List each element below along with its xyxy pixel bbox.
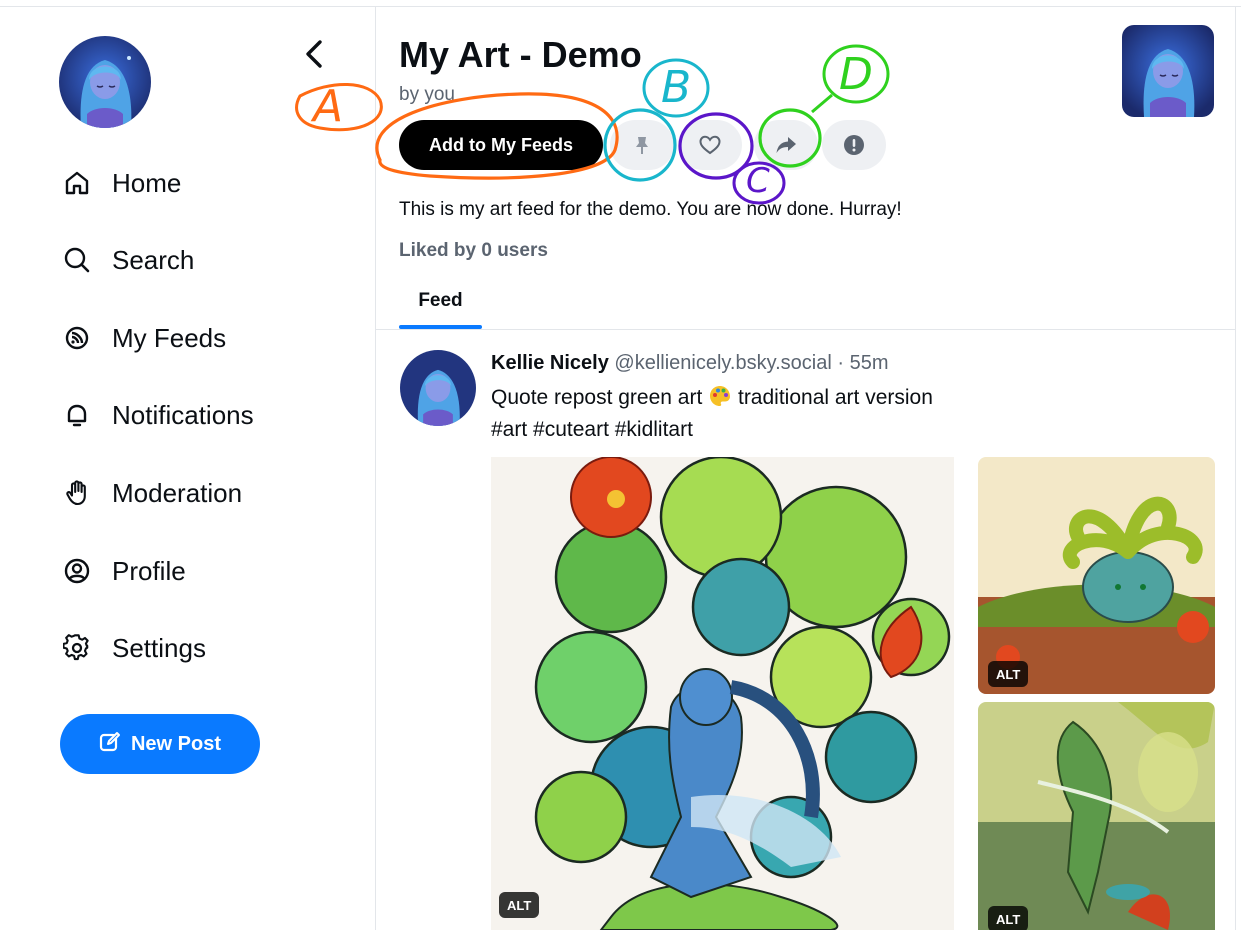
feeds-icon [62, 323, 92, 353]
home-icon [62, 168, 92, 198]
sidebar-item-label: Notifications [112, 399, 254, 430]
divider [376, 329, 1235, 330]
post-author-name[interactable]: Kellie Nicely [491, 352, 609, 374]
post-image-main[interactable]: ALT [491, 457, 954, 930]
sidebar-item-profile[interactable]: Profile [62, 551, 186, 591]
pin-icon [636, 137, 648, 154]
post-text: Quote repost green art traditional art v… [491, 384, 933, 444]
post-time[interactable]: 55m [850, 352, 889, 374]
back-button[interactable] [300, 38, 328, 70]
divider [1235, 7, 1236, 930]
sidebar-item-my-feeds[interactable]: My Feeds [62, 318, 226, 358]
heart-icon [699, 135, 721, 155]
post-text-part: Quote repost green art [491, 386, 703, 409]
edit-icon [99, 731, 121, 758]
annotation-letter-d: D [839, 49, 873, 100]
annotation-letter-a: A [313, 81, 344, 132]
alt-badge[interactable]: ALT [988, 661, 1029, 687]
new-post-button[interactable]: New Post [60, 714, 260, 774]
bell-icon [62, 400, 92, 430]
sidebar-item-label: Search [112, 244, 195, 275]
sidebar-item-settings[interactable]: Settings [62, 628, 206, 668]
hand-icon [62, 478, 92, 508]
liked-by-count[interactable]: Liked by 0 users [399, 240, 548, 262]
add-to-my-feeds-button[interactable]: Add to My Feeds [399, 120, 603, 170]
palette-emoji-icon [708, 384, 732, 416]
page-title: My Art - Demo [399, 34, 642, 75]
sidebar-item-search[interactable]: Search [62, 240, 194, 280]
sidebar-item-notifications[interactable]: Notifications [62, 395, 254, 435]
post-author-avatar[interactable] [400, 350, 476, 426]
feed-avatar [1122, 25, 1214, 117]
sidebar-item-label: Home [112, 167, 182, 198]
share-icon [776, 137, 796, 153]
gear-icon [62, 633, 92, 663]
post-hashtags[interactable]: #art #cuteart #kidlitart [491, 418, 693, 441]
tab-feed[interactable]: Feed [399, 286, 482, 330]
chevron-left-icon [306, 40, 322, 68]
report-icon [844, 135, 864, 155]
sidebar-item-moderation[interactable]: Moderation [62, 473, 242, 513]
sidebar-item-label: Profile [112, 555, 186, 586]
post-author-handle[interactable]: @kellienicely.bsky.social [614, 352, 831, 374]
sidebar: Home Search My Feeds Notifications Moder… [0, 0, 375, 930]
feed-creator[interactable]: by you [399, 84, 455, 106]
sidebar-item-home[interactable]: Home [62, 163, 181, 203]
report-button[interactable] [822, 120, 886, 170]
profile-icon [62, 556, 92, 586]
sidebar-item-label: Moderation [112, 477, 243, 508]
new-post-label: New Post [130, 732, 222, 755]
post-image-2[interactable]: ALT [978, 457, 1215, 694]
feed-description: This is my art feed for the demo. You ar… [399, 199, 902, 220]
user-avatar[interactable] [59, 36, 151, 128]
post-image-3[interactable]: ALT [978, 702, 1215, 930]
post-text-part: traditional art version [737, 386, 933, 409]
annotation-letter-c: C [746, 161, 770, 201]
annotation-letter-b: B [661, 62, 692, 113]
separator: · [837, 352, 845, 374]
post-header: Kellie Nicely @kellienicely.bsky.social … [491, 352, 889, 375]
alt-badge[interactable]: ALT [499, 892, 540, 918]
divider [375, 7, 376, 930]
sidebar-item-label: My Feeds [112, 322, 227, 353]
alt-badge[interactable]: ALT [988, 906, 1029, 930]
pin-button[interactable] [610, 120, 674, 170]
like-button[interactable] [678, 120, 742, 170]
sidebar-item-label: Settings [112, 632, 206, 663]
search-icon [62, 245, 92, 275]
